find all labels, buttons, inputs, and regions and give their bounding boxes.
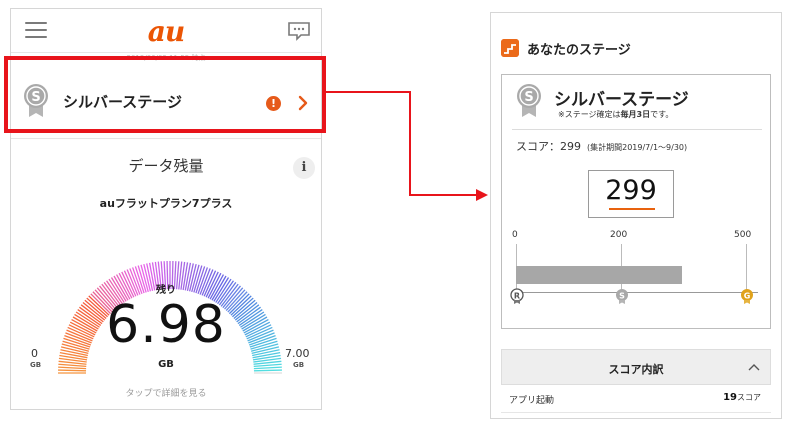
stage-icon (501, 39, 519, 57)
score-bar-fill (516, 266, 683, 284)
gauge-tick (253, 369, 282, 372)
score-breakdown-toggle[interactable]: スコア内訳 (501, 349, 771, 385)
stage-header: あなたのステージ (491, 13, 781, 63)
svg-text:S: S (619, 292, 625, 301)
stage-note: ※ステージ確定は毎月3日です。 (558, 110, 674, 119)
bar-tick-200: 200 (610, 230, 628, 240)
bar-tick-0: 0 (512, 230, 518, 240)
info-icon[interactable]: i (293, 157, 315, 179)
remaining-label: 残り (156, 285, 176, 296)
gauge-min-unit: GB (30, 361, 42, 369)
data-remaining-title: データ残量 (128, 157, 204, 175)
divider (512, 129, 762, 130)
svg-text:G: G (744, 292, 751, 301)
breakdown-row-label: アプリ起動 (509, 396, 555, 406)
stage-name: シルバーステージ (554, 90, 689, 110)
bar-tick-500: 500 (734, 230, 752, 240)
remaining-value: 6.98 (106, 295, 226, 355)
score-bar: 0 200 500 R S G (502, 230, 772, 304)
plan-name: auフラットプラン7プラス (99, 197, 233, 210)
stage-detail-screen: あなたのステージ S シルバーステージ ※ステージ確定は毎月3日です。 スコア：… (490, 12, 782, 419)
message-icon[interactable] (287, 21, 311, 41)
highlight-frame (4, 56, 326, 133)
score-display: 299 (588, 170, 674, 218)
stage-card: S シルバーステージ ※ステージ確定は毎月3日です。 スコア：299 (集計期間2… (501, 74, 771, 329)
silver-medal-icon: S (517, 84, 541, 117)
score-summary: スコア：299 (集計期間2019/7/1〜9/30) (516, 140, 688, 153)
gauge-min-value: 0 (31, 347, 38, 360)
gauge-tick (58, 369, 87, 372)
score-value: 299 (605, 175, 657, 206)
app-header: au (11, 9, 321, 53)
svg-text:R: R (514, 292, 520, 301)
silver-medal-icon: S (616, 289, 628, 304)
svg-text:S: S (524, 90, 533, 105)
gauge-max-unit: GB (293, 361, 305, 369)
score-breakdown-title: スコア内訳 (608, 363, 664, 376)
remaining-unit: GB (158, 359, 174, 370)
gauge-max-value: 7.00 (285, 347, 310, 360)
tap-detail-link[interactable]: タップで詳細を見る (11, 386, 321, 399)
screenshot-canvas: au 2019/06/02 11:55 時点 S シルバーステージ ! データ残… (0, 0, 800, 430)
au-logo: au (147, 15, 186, 48)
stage-page-title: あなたのステージ (527, 43, 631, 58)
regular-medal-icon: R (510, 288, 524, 304)
gold-medal-icon: G (741, 289, 753, 304)
breakdown-row: アプリ起動 19スコア (501, 387, 771, 413)
chevron-up-icon (748, 364, 760, 371)
breakdown-row-value: 19スコア (723, 392, 761, 403)
